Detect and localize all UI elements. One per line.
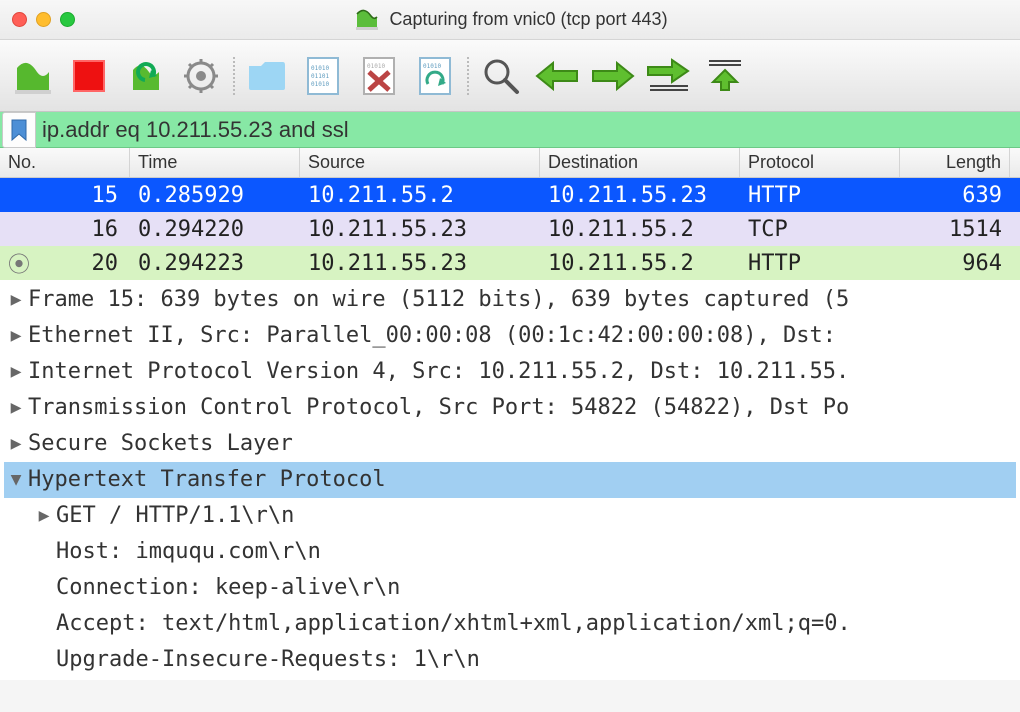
tree-label: Internet Protocol Version 4, Src: 10.211…: [28, 354, 849, 390]
column-destination[interactable]: Destination: [540, 148, 740, 177]
tree-item[interactable]: ▶Transmission Control Protocol, Src Port…: [4, 390, 1016, 426]
close-window-button[interactable]: [12, 12, 27, 27]
tree-label: Accept: text/html,application/xhtml+xml,…: [56, 606, 851, 642]
svg-text:01010: 01010: [311, 81, 329, 88]
titlebar: Capturing from vnic0 (tcp port 443): [0, 0, 1020, 40]
disclosure-down-icon[interactable]: ▼: [4, 462, 28, 498]
cell-time: 0.285929: [130, 179, 300, 212]
reload-file-button[interactable]: 01010: [410, 51, 460, 101]
packet-row[interactable]: 15 0.285929 10.211.55.2 10.211.55.23 HTT…: [0, 178, 1020, 212]
tree-label: Connection: keep-alive\r\n: [56, 570, 400, 606]
svg-text:01010: 01010: [423, 63, 441, 70]
cell-len: 964: [900, 247, 1010, 280]
cell-src: 10.211.55.2: [300, 179, 540, 212]
cell-proto: TCP: [740, 213, 900, 246]
packet-details-pane: ▶Frame 15: 639 bytes on wire (5112 bits)…: [0, 280, 1020, 680]
cell-dst: 10.211.55.23: [540, 179, 740, 212]
column-source[interactable]: Source: [300, 148, 540, 177]
go-forward-button[interactable]: [588, 51, 638, 101]
cell-no: 15: [22, 183, 118, 208]
display-filter-bar: [0, 112, 1020, 148]
disclosure-right-icon[interactable]: ▶: [4, 318, 28, 354]
packet-list-header: No. Time Source Destination Protocol Len…: [0, 148, 1020, 178]
tree-label: GET / HTTP/1.1\r\n: [56, 498, 294, 534]
column-length[interactable]: Length: [900, 148, 1010, 177]
cell-time: 0.294223: [130, 247, 300, 280]
display-filter-input[interactable]: [36, 113, 1020, 147]
column-protocol[interactable]: Protocol: [740, 148, 900, 177]
tree-label: Hypertext Transfer Protocol: [28, 462, 386, 498]
cell-dst: 10.211.55.2: [540, 213, 740, 246]
cell-dst: 10.211.55.2: [540, 247, 740, 280]
go-to-first-button[interactable]: [700, 51, 750, 101]
tree-item[interactable]: ▶Ethernet II, Src: Parallel_00:00:08 (00…: [4, 318, 1016, 354]
packet-row[interactable]: ⦿20 0.294223 10.211.55.23 10.211.55.2 HT…: [0, 246, 1020, 280]
svg-text:01010: 01010: [311, 65, 329, 72]
find-button[interactable]: [476, 51, 526, 101]
window-title: Capturing from vnic0 (tcp port 443): [389, 9, 667, 30]
save-file-button[interactable]: 01010 01101 01010: [298, 51, 348, 101]
disclosure-right-icon[interactable]: ▶: [4, 426, 28, 462]
minimize-window-button[interactable]: [36, 12, 51, 27]
cell-len: 639: [900, 179, 1010, 212]
cell-time: 0.294220: [130, 213, 300, 246]
tree-item[interactable]: Host: imququ.com\r\n: [4, 534, 1016, 570]
tree-item[interactable]: ▶Secure Sockets Layer: [4, 426, 1016, 462]
tree-item[interactable]: ▶GET / HTTP/1.1\r\n: [4, 498, 1016, 534]
cell-no: 16: [22, 217, 118, 242]
capture-options-button[interactable]: [176, 51, 226, 101]
cell-proto: HTTP: [740, 247, 900, 280]
toolbar: 01010 01101 01010 01010 01010: [0, 40, 1020, 112]
tree-item[interactable]: ▶Frame 15: 639 bytes on wire (5112 bits)…: [4, 282, 1016, 318]
tree-label: Upgrade-Insecure-Requests: 1\r\n: [56, 642, 480, 678]
toolbar-separator: [466, 51, 470, 101]
cell-len: 1514: [900, 213, 1010, 246]
disclosure-right-icon[interactable]: ▶: [4, 390, 28, 426]
svg-text:01010: 01010: [367, 63, 385, 70]
open-file-button[interactable]: [242, 51, 292, 101]
cell-src: 10.211.55.23: [300, 247, 540, 280]
start-capture-button[interactable]: [8, 51, 58, 101]
tree-item[interactable]: Accept: text/html,application/xhtml+xml,…: [4, 606, 1016, 642]
tree-label: Ethernet II, Src: Parallel_00:00:08 (00:…: [28, 318, 836, 354]
packet-row[interactable]: 16 0.294220 10.211.55.23 10.211.55.2 TCP…: [0, 212, 1020, 246]
disclosure-right-icon[interactable]: ▶: [4, 354, 28, 390]
tree-item[interactable]: ▶Internet Protocol Version 4, Src: 10.21…: [4, 354, 1016, 390]
column-time[interactable]: Time: [130, 148, 300, 177]
restart-capture-button[interactable]: [120, 51, 170, 101]
toolbar-separator: [232, 51, 236, 101]
go-back-button[interactable]: [532, 51, 582, 101]
tree-item[interactable]: Connection: keep-alive\r\n: [4, 570, 1016, 606]
disclosure-right-icon[interactable]: ▶: [32, 498, 56, 534]
svg-text:01101: 01101: [311, 73, 329, 80]
tree-label: Frame 15: 639 bytes on wire (5112 bits),…: [28, 282, 849, 318]
cell-src: 10.211.55.23: [300, 213, 540, 246]
tree-label: Secure Sockets Layer: [28, 426, 293, 462]
zoom-window-button[interactable]: [60, 12, 75, 27]
stop-capture-button[interactable]: [64, 51, 114, 101]
bookmark-filter-icon[interactable]: [2, 112, 36, 148]
tree-label: Host: imququ.com\r\n: [56, 534, 321, 570]
tree-label: Transmission Control Protocol, Src Port:…: [28, 390, 849, 426]
cell-no: 20: [22, 251, 118, 276]
close-file-button[interactable]: 01010: [354, 51, 404, 101]
wireshark-icon: [355, 8, 379, 32]
tree-item[interactable]: Upgrade-Insecure-Requests: 1\r\n: [4, 642, 1016, 678]
column-no[interactable]: No.: [0, 148, 130, 177]
window-controls: [12, 12, 75, 27]
tree-item[interactable]: ▼Hypertext Transfer Protocol: [4, 462, 1016, 498]
go-to-packet-button[interactable]: [644, 51, 694, 101]
disclosure-right-icon[interactable]: ▶: [4, 282, 28, 318]
cell-proto: HTTP: [740, 179, 900, 212]
